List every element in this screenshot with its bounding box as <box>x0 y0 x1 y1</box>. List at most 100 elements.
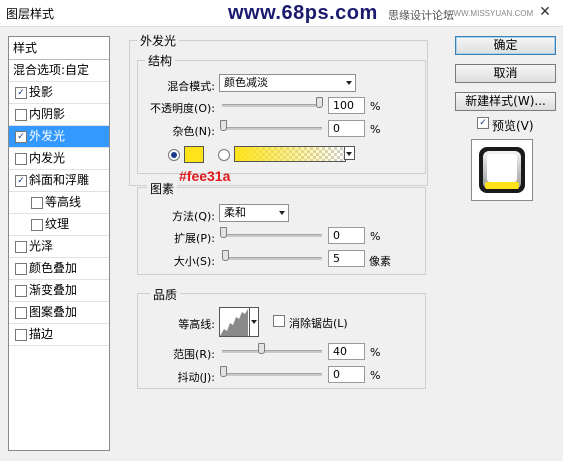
watermark-forum: 思缘设计论坛 <box>388 9 454 22</box>
blend-mode-select[interactable]: 颜色减淡 <box>219 74 356 92</box>
jitter-input[interactable]: 0 <box>328 366 365 383</box>
watermark-url: WWW.MISSYUAN.COM <box>446 9 534 18</box>
style-item-checkbox[interactable] <box>15 263 27 275</box>
title-bar: 图层样式 www.68ps.com 思缘设计论坛 WWW.MISSYUAN.CO… <box>0 0 563 27</box>
size-slider-track[interactable] <box>222 257 322 260</box>
technique-value: 柔和 <box>224 206 246 219</box>
opacity-label: 不透明度(O): <box>150 102 215 115</box>
style-item[interactable]: ✓ 外发光 <box>9 126 109 148</box>
contour-curve-icon <box>220 309 248 336</box>
contour-dropdown-button[interactable] <box>249 307 259 337</box>
style-item[interactable]: ✓ 投影 <box>9 82 109 104</box>
style-item-label: 图案叠加 <box>29 305 78 319</box>
style-item-checkbox[interactable] <box>15 329 27 341</box>
jitter-label: 抖动(J): <box>177 371 215 384</box>
style-item-label: 等高线 <box>45 195 82 209</box>
close-icon[interactable]: ✕ <box>533 3 557 21</box>
range-slider-thumb[interactable] <box>258 343 266 354</box>
style-item-label: 内发光 <box>29 151 66 165</box>
elements-title: 图素 <box>147 180 178 197</box>
gradient-fill <box>235 147 345 161</box>
size-input[interactable]: 5 <box>328 250 365 267</box>
style-item-label: 渐变叠加 <box>29 283 78 297</box>
style-preview-thumbnail <box>471 139 533 201</box>
solid-color-radio[interactable] <box>168 149 180 161</box>
chevron-down-icon <box>251 320 257 324</box>
style-item-checkbox[interactable] <box>15 285 27 297</box>
noise-slider-thumb[interactable] <box>220 120 227 131</box>
antialias-label[interactable]: 消除锯齿(L) <box>289 315 348 331</box>
size-unit: 像素 <box>369 255 391 268</box>
preview-checkbox[interactable]: ✓ <box>477 117 489 129</box>
range-slider-track[interactable] <box>222 350 322 353</box>
cancel-button[interactable]: 取消 <box>455 64 556 83</box>
glow-color-swatch[interactable] <box>184 146 204 163</box>
quality-title: 品质 <box>150 286 181 303</box>
range-unit: % <box>370 346 381 359</box>
range-label: 范围(R): <box>173 348 215 361</box>
opacity-slider-thumb[interactable] <box>316 97 323 108</box>
style-item[interactable]: 内发光 <box>9 148 109 170</box>
style-item[interactable]: 渐变叠加 <box>9 280 109 302</box>
gradient-dropdown-button[interactable] <box>344 146 355 160</box>
color-annotation: #fee31a <box>179 168 231 184</box>
size-slider-thumb[interactable] <box>221 250 229 261</box>
spread-slider-track[interactable] <box>222 234 322 237</box>
style-item-label: 投影 <box>29 85 54 99</box>
style-item-checkbox[interactable] <box>31 219 43 231</box>
ok-button[interactable]: 确定 <box>455 36 556 55</box>
chevron-down-icon <box>346 81 352 85</box>
style-item-label: 内阴影 <box>29 107 66 121</box>
blend-options-item[interactable]: 混合选项:自定 <box>9 60 109 82</box>
style-item-checkbox[interactable]: ✓ <box>15 131 27 143</box>
window-title: 图层样式 <box>6 7 55 21</box>
style-item-label: 颜色叠加 <box>29 261 78 275</box>
style-item-label: 描边 <box>29 327 54 341</box>
contour-label: 等高线: <box>178 318 215 331</box>
glow-gradient-picker[interactable] <box>234 146 346 162</box>
style-item[interactable]: 内阴影 <box>9 104 109 126</box>
antialias-checkbox[interactable] <box>273 315 285 327</box>
noise-input[interactable]: 0 <box>328 120 365 137</box>
style-item[interactable]: 描边 <box>9 324 109 346</box>
style-item[interactable]: 颜色叠加 <box>9 258 109 280</box>
jitter-slider-track[interactable] <box>222 373 322 376</box>
styles-list: 样式 混合选项:自定 ✓ 投影 内阴影 ✓ 外发光 内发光 ✓ 斜面和浮雕 等高线 纹理 光泽 颜色叠… <box>8 36 110 451</box>
style-item-checkbox[interactable] <box>15 307 27 319</box>
style-item[interactable]: 等高线 <box>9 192 109 214</box>
opacity-slider-track[interactable] <box>222 104 322 107</box>
style-item-label: 斜面和浮雕 <box>29 173 90 187</box>
opacity-input[interactable]: 100 <box>328 97 365 114</box>
structure-title: 结构 <box>145 52 176 69</box>
spread-slider-thumb[interactable] <box>220 227 227 238</box>
style-item[interactable]: 纹理 <box>9 214 109 236</box>
outer-glow-title: 外发光 <box>137 32 180 49</box>
noise-slider-track[interactable] <box>222 127 322 130</box>
jitter-slider-thumb[interactable] <box>220 366 227 377</box>
size-label: 大小(S): <box>173 255 215 268</box>
style-item[interactable]: ✓ 斜面和浮雕 <box>9 170 109 192</box>
style-item[interactable]: 光泽 <box>9 236 109 258</box>
style-item-checkbox[interactable] <box>31 197 43 209</box>
technique-select[interactable]: 柔和 <box>219 204 289 222</box>
chevron-down-icon <box>279 211 285 215</box>
styles-header: 样式 <box>9 37 109 60</box>
style-item-checkbox[interactable]: ✓ <box>15 175 27 187</box>
spread-input[interactable]: 0 <box>328 227 365 244</box>
style-item[interactable]: 图案叠加 <box>9 302 109 324</box>
opacity-unit: % <box>370 100 381 113</box>
spread-label: 扩展(P): <box>174 232 215 245</box>
blend-mode-value: 颜色减淡 <box>224 76 268 89</box>
preview-label[interactable]: 预览(V) <box>492 117 534 134</box>
watermark-site: www.68ps.com <box>228 2 378 24</box>
style-item-checkbox[interactable] <box>15 153 27 165</box>
gradient-radio[interactable] <box>218 149 230 161</box>
style-item-checkbox[interactable] <box>15 241 27 253</box>
noise-label: 杂色(N): <box>172 125 215 138</box>
new-style-button[interactable]: 新建样式(W)... <box>455 92 556 111</box>
style-item-label: 纹理 <box>45 217 70 231</box>
range-input[interactable]: 40 <box>328 343 365 360</box>
style-item-checkbox[interactable] <box>15 109 27 121</box>
style-item-checkbox[interactable]: ✓ <box>15 87 27 99</box>
style-item-label: 光泽 <box>29 239 54 253</box>
